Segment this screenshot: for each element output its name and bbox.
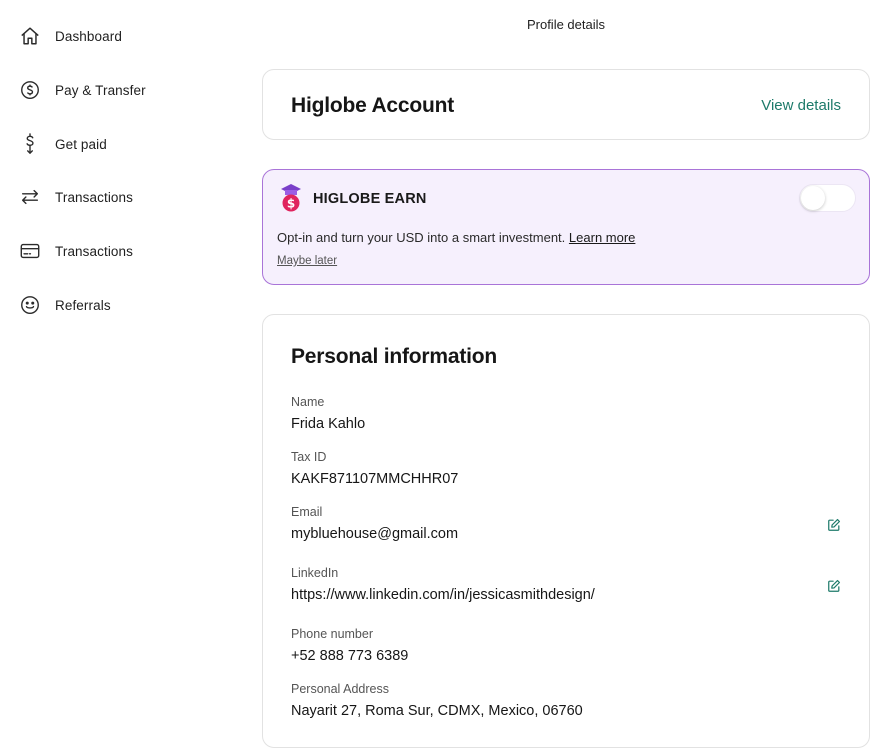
- card-icon: [18, 239, 42, 263]
- swap-arrows-icon: [18, 185, 42, 209]
- field-value: +52 888 773 6389: [291, 648, 409, 664]
- field-value: https://www.linkedin.com/in/jessicasmith…: [291, 587, 595, 603]
- personal-info-card: Personal information Name Frida Kahlo Ta…: [262, 314, 870, 748]
- field-linkedin: LinkedIn https://www.linkedin.com/in/jes…: [291, 566, 851, 603]
- earn-description-text: Opt-in and turn your USD into a smart in…: [277, 230, 566, 245]
- field-phone: Phone number +52 888 773 6389: [291, 627, 851, 664]
- field-tax-id: Tax ID KAKF871107MMCHHR07: [291, 450, 851, 487]
- app: Dashboard Pay & Transfer Get paid Transa…: [0, 0, 892, 750]
- maybe-later-link[interactable]: Maybe later: [277, 255, 337, 267]
- earn-card: $ HIGLOBE EARN Opt-in and turn your USD …: [262, 169, 870, 285]
- earn-description: Opt-in and turn your USD into a smart in…: [277, 230, 635, 245]
- toggle-knob: [801, 186, 825, 210]
- sidebar-item-dashboard[interactable]: Dashboard: [18, 20, 228, 52]
- field-name: Name Frida Kahlo: [291, 395, 851, 432]
- field-email: Email mybluehouse@gmail.com: [291, 505, 851, 542]
- field-value: KAKF871107MMCHHR07: [291, 471, 459, 487]
- sidebar-item-label: Get paid: [55, 136, 107, 152]
- sidebar-item-referrals[interactable]: Referrals: [18, 289, 228, 321]
- account-card: Higlobe Account View details: [262, 69, 870, 140]
- earn-title: HIGLOBE EARN: [313, 191, 427, 207]
- view-details-link[interactable]: View details: [761, 97, 841, 114]
- sidebar-item-label: Pay & Transfer: [55, 82, 146, 98]
- svg-text:$: $: [287, 197, 295, 211]
- page-title: Profile details: [526, 17, 606, 32]
- personal-info-title: Personal information: [291, 345, 498, 368]
- home-icon: [18, 24, 42, 48]
- field-label: Personal Address: [291, 682, 389, 696]
- field-label: Tax ID: [291, 450, 327, 464]
- sidebar-item-get-paid[interactable]: Get paid: [18, 128, 228, 160]
- sidebar: Dashboard Pay & Transfer Get paid Transa…: [0, 0, 240, 750]
- account-title: Higlobe Account: [291, 94, 455, 117]
- field-label: Name: [291, 395, 325, 409]
- dollar-arrow-down-icon: [18, 132, 42, 156]
- smiley-icon: [18, 293, 42, 317]
- sidebar-item-transactions[interactable]: Transactions: [18, 181, 228, 213]
- learn-more-link[interactable]: Learn more: [569, 230, 635, 245]
- sidebar-item-label: Dashboard: [55, 28, 122, 44]
- field-label: LinkedIn: [291, 566, 339, 580]
- sidebar-item-label: Transactions: [55, 243, 133, 259]
- earn-toggle[interactable]: [799, 184, 856, 212]
- field-label: Email: [291, 505, 323, 519]
- field-value: Frida Kahlo: [291, 416, 366, 432]
- edit-linkedin-icon[interactable]: [827, 579, 841, 593]
- dollar-circle-icon: [18, 78, 42, 102]
- sidebar-item-transactions-card[interactable]: Transactions: [18, 235, 228, 267]
- sidebar-item-label: Referrals: [55, 297, 111, 313]
- field-address: Personal Address Nayarit 27, Roma Sur, C…: [291, 682, 851, 719]
- sidebar-item-pay-transfer[interactable]: Pay & Transfer: [18, 74, 228, 106]
- field-value: mybluehouse@gmail.com: [291, 526, 459, 542]
- field-value: Nayarit 27, Roma Sur, CDMX, Mexico, 0676…: [291, 703, 583, 719]
- sidebar-item-label: Transactions: [55, 189, 133, 205]
- field-label: Phone number: [291, 627, 374, 641]
- earn-badge-icon: $: [280, 183, 302, 213]
- edit-email-icon[interactable]: [827, 518, 841, 532]
